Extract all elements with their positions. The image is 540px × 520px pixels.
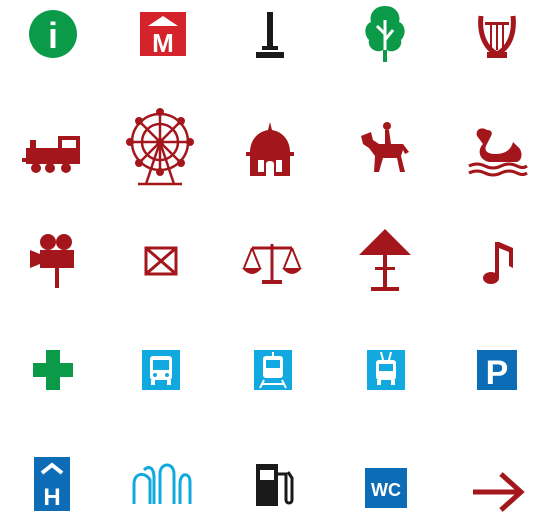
fuel-station-icon [232,440,312,520]
music-note-icon [457,222,537,302]
equestrian-statue-icon [345,110,425,190]
icon-grid: i M P H WC [0,0,540,512]
pavilion-icon [345,220,425,300]
movie-camera-icon [12,220,92,300]
bus-icon [120,330,200,410]
hotel-icon: H [12,440,92,520]
hotel-label: H [43,484,60,511]
post-box-icon [120,222,200,302]
information-label: i [48,15,58,56]
parking-label: P [486,354,509,392]
scales-of-justice-icon [232,222,312,302]
toilet-icon: WC [345,440,425,520]
toilet-label: WC [371,480,401,500]
tree-icon [345,0,425,74]
tram-icon [232,330,312,410]
information-icon: i [13,0,93,74]
lyre-icon [457,0,537,74]
ferris-wheel-icon [120,108,200,188]
monument-icon [230,0,310,74]
metro-icon: M [122,0,202,74]
parking-icon: P [457,330,537,410]
church-dome-icon [230,110,310,190]
trolleybus-icon [345,330,425,410]
swan-icon [457,110,537,190]
pharmacy-cross-icon [12,330,92,410]
steam-train-icon [12,110,92,190]
fountain-icon [122,440,202,520]
metro-label: M [152,28,174,58]
arrow-right-icon [457,440,537,520]
